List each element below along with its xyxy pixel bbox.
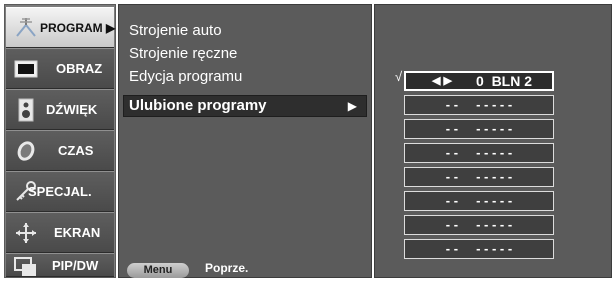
category-label: DŹWIĘK xyxy=(46,102,98,117)
category-program[interactable]: PROGRAM ▶ xyxy=(6,7,116,48)
category-label: PIP/DW xyxy=(52,258,99,273)
favorite-slot[interactable]: - - - - - - - xyxy=(404,143,554,163)
arrow-right-icon: ▶ xyxy=(347,99,357,113)
program-submenu: Strojenie auto Strojenie ręczne Edycja p… xyxy=(118,4,372,278)
channel-label: - - - - - - - xyxy=(445,121,513,136)
submenu-item-ulubione-programy[interactable]: Ulubione programy ▶ xyxy=(123,95,367,117)
favorite-slot[interactable]: - - - - - - - xyxy=(404,239,554,259)
tv-osd-menu: PROGRAM ▶ OBRAZ DŹWIĘK CZAS SPECJAL. EKR… xyxy=(0,0,616,281)
channel-label: - - - - - - - xyxy=(445,145,513,160)
speaker-icon xyxy=(18,98,34,122)
submenu-item-strojenie-reczne[interactable]: Strojenie ręczne xyxy=(129,43,237,65)
channel-label: - - - - - - - xyxy=(445,217,513,232)
submenu-item-strojenie-auto[interactable]: Strojenie auto xyxy=(129,20,222,42)
favorite-slot[interactable]: - - - - - - - xyxy=(404,191,554,211)
channel-label: - - - - - - - xyxy=(445,97,513,112)
submenu-selected-label: Ulubione programy xyxy=(129,97,267,114)
pip-icon xyxy=(14,257,36,276)
category-menu: PROGRAM ▶ OBRAZ DŹWIĘK CZAS SPECJAL. EKR… xyxy=(4,4,116,278)
navigation-hint-bar: Menu Poprze. xyxy=(123,259,367,278)
antenna-icon xyxy=(16,18,36,37)
move-arrows-icon xyxy=(16,223,36,243)
channel-label: - - - - - - - xyxy=(445,193,513,208)
category-obraz[interactable]: OBRAZ xyxy=(6,48,114,89)
favorite-channel-list: √ ◀ ▶ 0 BLN 2 - - - - - - - - - - - - - … xyxy=(374,4,612,278)
category-ekran[interactable]: EKRAN xyxy=(6,212,114,253)
favorite-slot[interactable]: - - - - - - - xyxy=(404,95,554,115)
submenu-item-edycja-programu[interactable]: Edycja programu xyxy=(129,66,242,88)
favorite-slot[interactable]: - - - - - - - xyxy=(404,119,554,139)
category-dzwiek[interactable]: DŹWIĘK xyxy=(6,89,114,130)
category-label: EKRAN xyxy=(54,225,101,240)
category-label: SPECJAL. xyxy=(28,184,92,199)
channel-label: 0 BLN 2 xyxy=(476,73,533,89)
category-pip[interactable]: PIP/DW xyxy=(6,253,114,277)
channel-label: - - - - - - - xyxy=(445,169,513,184)
category-czas[interactable]: CZAS xyxy=(6,130,114,171)
favorite-slot[interactable]: - - - - - - - xyxy=(404,215,554,235)
category-label: CZAS xyxy=(58,143,94,158)
screen-icon xyxy=(14,60,38,78)
category-label: PROGRAM ▶ xyxy=(40,21,116,35)
category-label: OBRAZ xyxy=(56,61,103,76)
check-icon: √ xyxy=(395,69,403,84)
menu-hint-text: Poprze. xyxy=(205,261,249,275)
menu-button[interactable]: Menu xyxy=(127,263,189,278)
clock-icon xyxy=(17,141,35,161)
category-specjal[interactable]: SPECJAL. xyxy=(6,171,114,212)
channel-label: - - - - - - - xyxy=(445,241,513,256)
favorite-slot[interactable]: - - - - - - - xyxy=(404,167,554,187)
favorite-slot-selected[interactable]: ◀ ▶ 0 BLN 2 xyxy=(404,71,554,91)
